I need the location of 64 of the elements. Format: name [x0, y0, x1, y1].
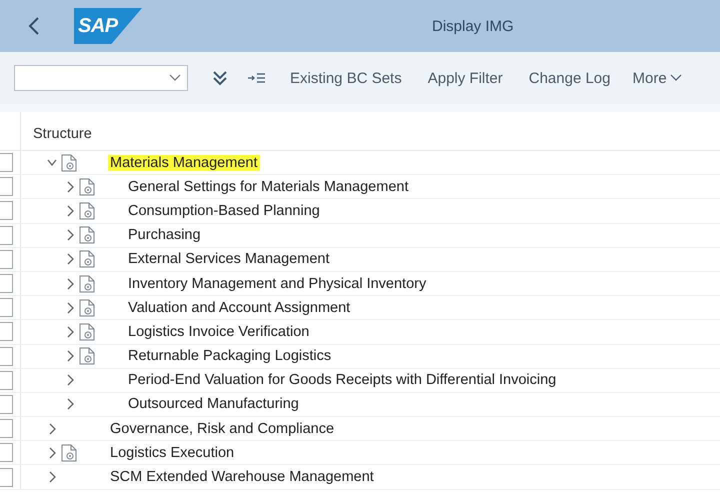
- chevron-right-icon[interactable]: [65, 253, 75, 266]
- chevron-right-icon[interactable]: [65, 278, 75, 290]
- chevron-right-icon[interactable]: [65, 398, 75, 410]
- tree-item[interactable]: External Services Management: [126, 251, 332, 268]
- tree-item[interactable]: Returnable Packaging Logistics: [126, 348, 334, 364]
- arrow-list-icon: [248, 72, 266, 84]
- chevron-right-icon[interactable]: [65, 204, 75, 217]
- chevron-right-icon[interactable]: [65, 350, 75, 362]
- document-icon: [79, 250, 95, 268]
- tree-item[interactable]: Period-End Valuation for Goods Receipts with Differential Invoicing: [126, 372, 558, 388]
- document-icon: [79, 226, 95, 244]
- toolbar-button[interactable]: Apply Filter: [422, 66, 509, 90]
- row-checkbox[interactable]: [0, 153, 13, 172]
- chevron-right-icon[interactable]: [65, 229, 75, 242]
- logo-text: SAP: [78, 14, 118, 38]
- caret-icon: [670, 74, 682, 82]
- tree-item[interactable]: SCM Extended Warehouse Management: [108, 469, 376, 486]
- document-icon: [79, 298, 95, 317]
- chevron-right-icon[interactable]: [65, 180, 75, 193]
- caret-icon: [169, 74, 181, 82]
- chevron-right-icon[interactable]: [65, 326, 75, 338]
- row-checkbox[interactable]: [0, 443, 13, 462]
- row-checkbox[interactable]: [0, 250, 13, 269]
- tree-item[interactable]: Governance, Risk and Compliance: [108, 420, 336, 437]
- tree-item[interactable]: Logistics Execution: [108, 444, 236, 461]
- tree-item[interactable]: Purchasing: [126, 227, 203, 244]
- chevron-right-icon[interactable]: [47, 471, 57, 484]
- row-checkbox[interactable]: [0, 346, 13, 366]
- chevron-right-icon[interactable]: [47, 446, 57, 459]
- row-checkbox[interactable]: [0, 274, 13, 294]
- tree-item[interactable]: Logistics Invoice Verification: [126, 324, 312, 340]
- document-icon: [61, 154, 77, 172]
- document-icon: [61, 444, 77, 462]
- tree-item[interactable]: Valuation and Account Assignment: [126, 300, 352, 316]
- row-checkbox[interactable]: [0, 370, 13, 390]
- document-icon: [79, 178, 95, 196]
- document-icon: [79, 322, 95, 341]
- document-icon: [79, 274, 95, 293]
- toolbar-button[interactable]: Change Log: [522, 66, 616, 90]
- tree-item[interactable]: Inventory Management and Physical Inventory: [126, 276, 428, 292]
- row-checkbox[interactable]: [0, 298, 13, 318]
- dropdown-field[interactable]: [14, 65, 188, 91]
- tree-item[interactable]: General Settings for Materials Management: [126, 178, 410, 195]
- document-icon: [79, 347, 95, 366]
- row-checkbox[interactable]: [0, 177, 13, 196]
- chevron-right-icon[interactable]: [47, 422, 57, 435]
- row-checkbox[interactable]: [0, 322, 13, 342]
- back-icon: [28, 17, 40, 35]
- more-button[interactable]: More: [626, 66, 688, 90]
- tree-item[interactable]: Materials Management: [108, 154, 260, 171]
- row-checkbox[interactable]: [0, 419, 13, 438]
- window-title: Display IMG: [432, 18, 514, 34]
- double-chevron-icon: [212, 70, 228, 86]
- toolbar-button[interactable]: Existing BC Sets: [284, 66, 408, 90]
- row-checkbox[interactable]: [0, 226, 13, 245]
- row-checkbox[interactable]: [0, 201, 13, 220]
- chevron-right-icon[interactable]: [65, 374, 75, 386]
- tree-item[interactable]: Consumption-Based Planning: [126, 202, 322, 219]
- row-checkbox[interactable]: [0, 394, 13, 414]
- column-header: Structure: [33, 126, 92, 144]
- document-icon: [79, 202, 95, 220]
- tree-item[interactable]: Outsourced Manufacturing: [126, 396, 301, 412]
- chevron-right-icon[interactable]: [65, 302, 75, 314]
- row-checkbox[interactable]: [0, 468, 13, 487]
